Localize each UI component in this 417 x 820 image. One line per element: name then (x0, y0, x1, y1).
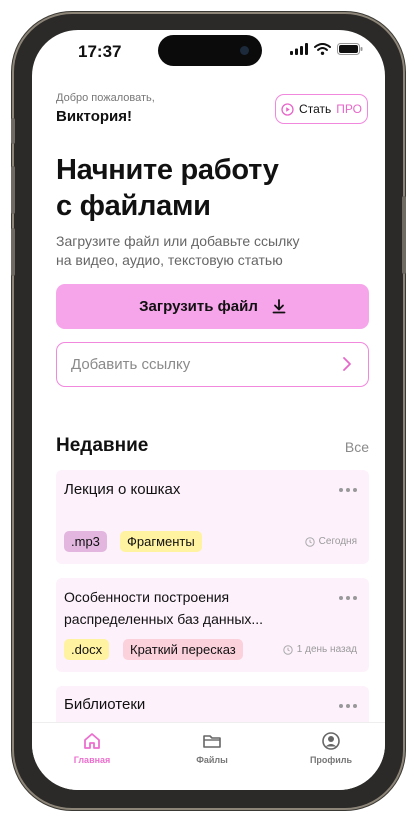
wifi-icon (314, 43, 331, 55)
phone-power-button (402, 196, 406, 274)
file-title: Лекция о кошках (64, 481, 181, 498)
pro-label-accent: ПРО (336, 102, 362, 116)
page-subtitle: Загрузите файл или добавьте ссылку на ви… (56, 232, 356, 270)
add-link-placeholder: Добавить ссылку (71, 356, 191, 373)
upload-file-label: Загрузить файл (139, 298, 258, 315)
more-options-icon[interactable] (339, 488, 357, 492)
chevron-right-icon[interactable] (340, 355, 354, 373)
battery-icon (337, 43, 363, 55)
nav-label-profile: Профиль (309, 755, 353, 765)
phone-action-button (11, 118, 15, 144)
nav-item-home[interactable]: Главная (47, 731, 137, 765)
file-date-text: Сегодня (318, 536, 357, 547)
status-icons (290, 43, 363, 55)
bottom-nav: Главная Файлы Профиль (32, 722, 385, 790)
file-title-line-2: распределенных баз данных... (64, 611, 264, 627)
play-circle-icon (281, 102, 294, 116)
status-bar: 17:37 (32, 30, 385, 76)
camera-dot (240, 46, 249, 55)
file-title: Библиотеки (64, 696, 146, 713)
more-options-icon[interactable] (339, 596, 357, 600)
user-name: Виктория! (56, 108, 133, 125)
download-icon (272, 299, 286, 314)
page-subtitle-line-1: Загрузите файл или добавьте ссылку (56, 233, 300, 249)
recent-file-card[interactable]: Лекция о кошках .mp3 Фрагменты Сегодня (56, 470, 369, 564)
phone-volume-up-button (11, 166, 15, 214)
welcome-block: Добро пожаловать, Виктория! (56, 92, 155, 125)
see-all-link[interactable]: Все (345, 439, 369, 455)
page-title: Начните работу с файлами (56, 152, 356, 224)
app-screen: 17:37 Добро пожаловать, Виктория! Стать … (32, 30, 385, 790)
nav-label-files: Файлы (196, 755, 228, 765)
upload-file-button[interactable]: Загрузить файл (56, 284, 369, 329)
pro-label-prefix: Стать (299, 102, 332, 116)
nav-item-files[interactable]: Файлы (167, 731, 257, 765)
cellular-signal-icon (290, 43, 308, 55)
phone-volume-down-button (11, 228, 15, 276)
file-feature-tag: Фрагменты (120, 531, 202, 552)
profile-icon (322, 732, 340, 750)
recent-file-card[interactable]: Особенности построения распределенных ба… (56, 578, 369, 672)
nav-item-profile[interactable]: Профиль (286, 731, 376, 765)
file-feature-tag: Краткий пересказ (123, 639, 243, 660)
file-format-badge: .docx (64, 639, 110, 660)
file-date: 1 день назад (283, 644, 357, 655)
home-icon (84, 733, 100, 749)
welcome-text: Добро пожаловать, (56, 92, 155, 104)
clock-icon (283, 644, 293, 655)
page-title-line-1: Начните работу (56, 154, 279, 186)
file-date: Сегодня (304, 536, 357, 547)
dynamic-island (158, 35, 262, 66)
file-format-badge: .mp3 (64, 531, 107, 552)
clock-icon (304, 536, 315, 547)
nav-label-home: Главная (73, 755, 111, 765)
file-title: Особенности построения распределенных ба… (64, 586, 263, 630)
add-link-input[interactable]: Добавить ссылку (56, 342, 369, 387)
become-pro-button[interactable]: Стать ПРО (275, 94, 368, 124)
file-date-text: 1 день назад (296, 644, 357, 655)
recent-section-title: Недавние (56, 435, 149, 456)
folder-icon (203, 735, 221, 748)
page-subtitle-line-2: на видео, аудио, текстовую статью (56, 252, 283, 268)
status-time: 17:37 (78, 42, 122, 61)
page-title-line-2: с файлами (56, 190, 211, 222)
more-options-icon[interactable] (339, 704, 357, 708)
file-title-line-1: Особенности построения (64, 589, 230, 605)
